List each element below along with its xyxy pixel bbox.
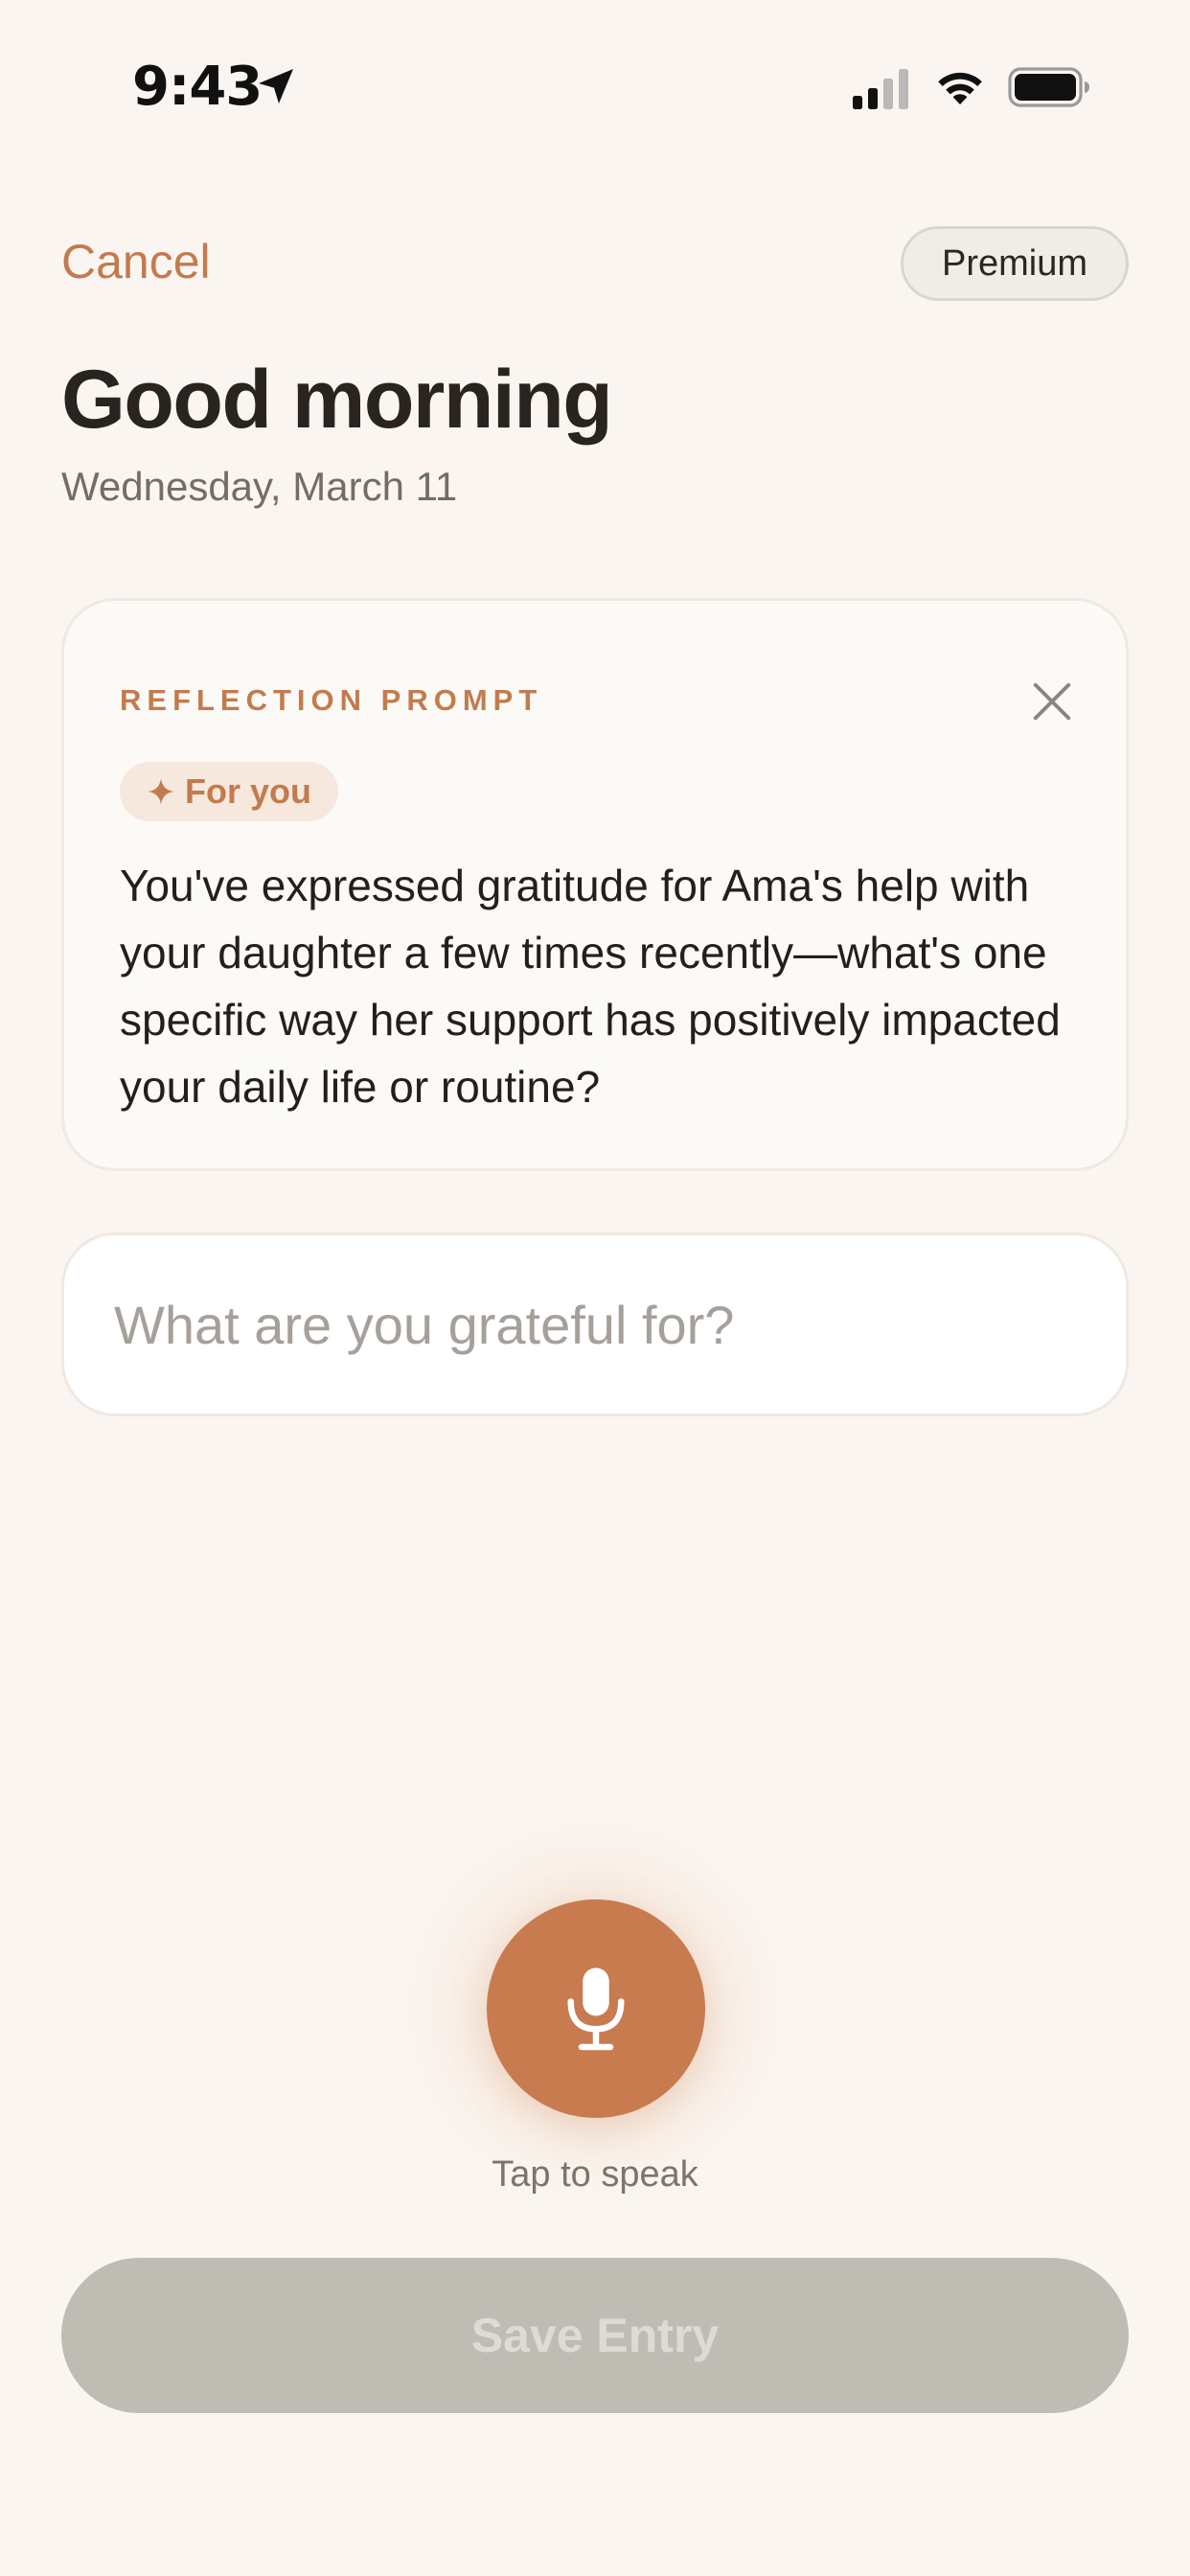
voice-hint: Tap to speak <box>492 2154 698 2195</box>
sparkle-icon <box>148 778 174 805</box>
entry-field-container[interactable] <box>61 1232 1129 1416</box>
prompt-label: REFLECTION PROMPT <box>120 683 543 717</box>
journal-entry-screen: 9:43 Cancel Premium Good morning Wednesd… <box>0 0 1190 2576</box>
cancel-button[interactable]: Cancel <box>61 234 211 289</box>
microphone-button[interactable] <box>487 1899 705 2118</box>
wifi-icon <box>938 72 982 104</box>
for-you-chip-label: For you <box>185 771 311 811</box>
date-subtitle: Wednesday, March 11 <box>61 464 458 509</box>
prompt-text: You've expressed gratitude for Ama's hel… <box>120 861 1061 1112</box>
close-icon[interactable] <box>1030 679 1074 724</box>
reflection-prompt-card: REFLECTION PROMPT For you You've express… <box>61 598 1129 1171</box>
status-time: 9:43 <box>132 56 263 118</box>
page-title: Good morning <box>61 354 613 446</box>
status-bar: 9:43 <box>0 0 1190 172</box>
gratitude-input[interactable] <box>114 1293 1076 1356</box>
microphone-icon <box>567 1967 625 2051</box>
save-entry-button[interactable]: Save Entry <box>61 2258 1129 2413</box>
battery-icon <box>1008 67 1089 107</box>
signal-icon <box>853 69 908 109</box>
for-you-chip: For you <box>120 762 338 821</box>
premium-button[interactable]: Premium <box>900 226 1129 301</box>
location-arrow-icon <box>259 69 293 104</box>
